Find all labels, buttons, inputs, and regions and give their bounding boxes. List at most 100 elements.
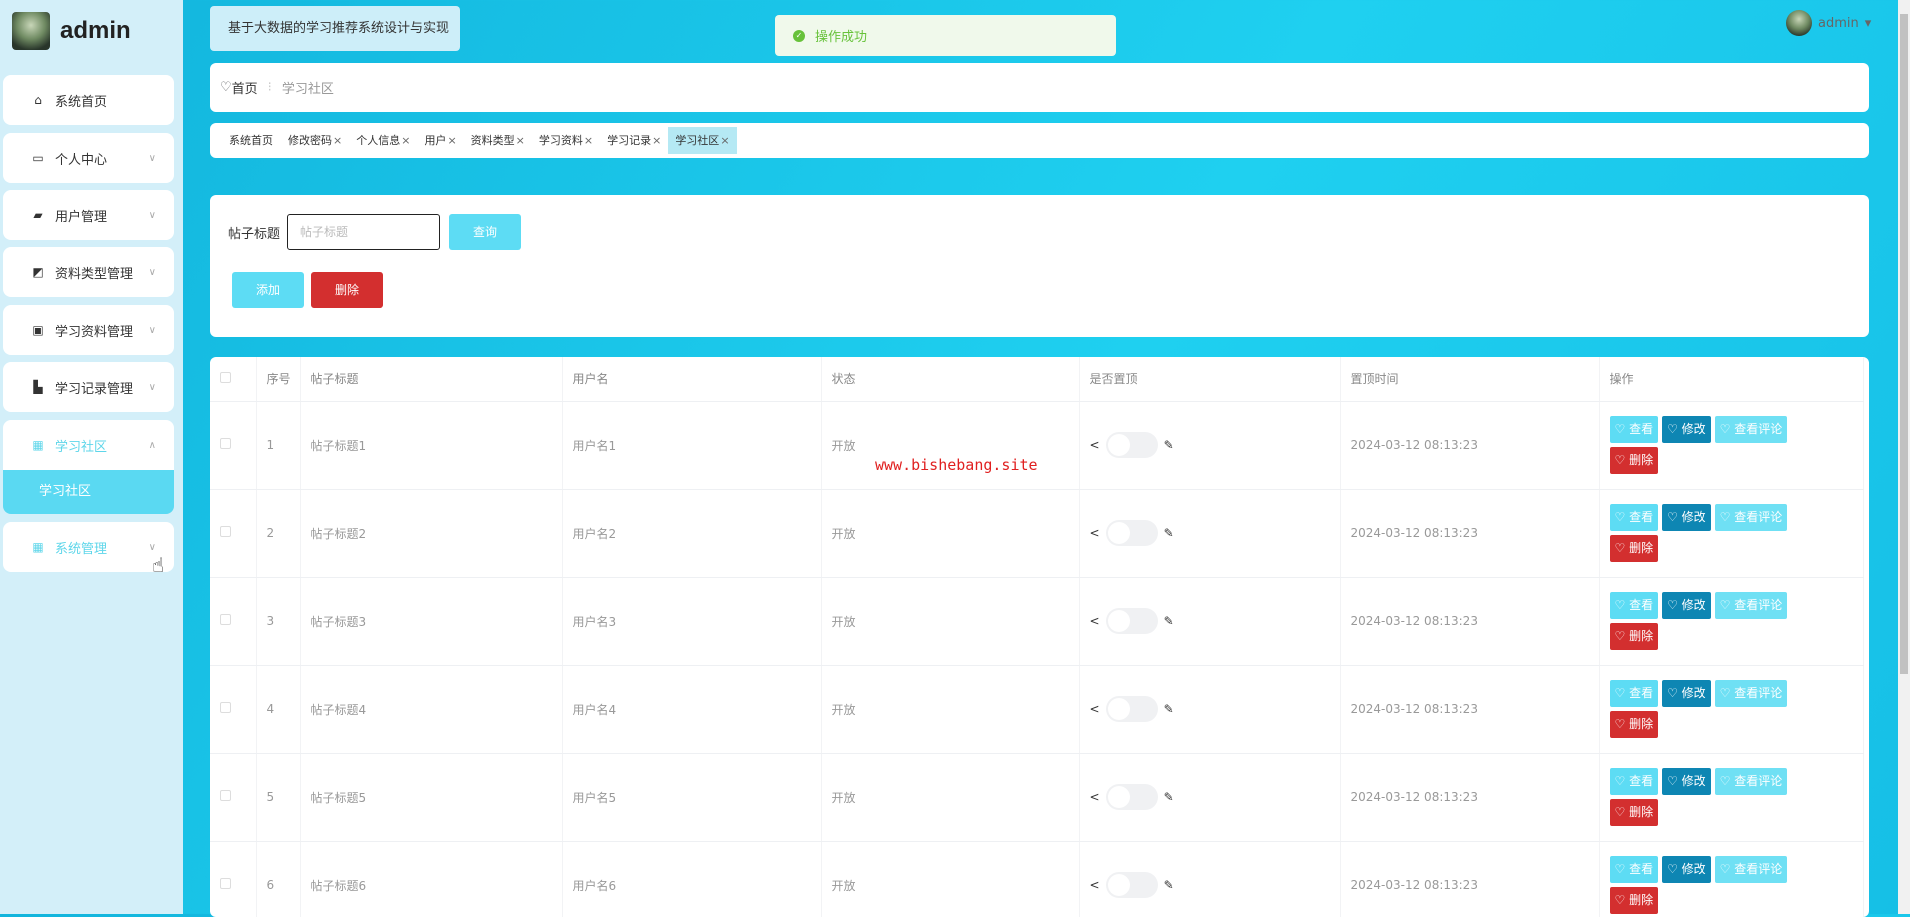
view-comments-button[interactable]: ♡ 查看评论	[1714, 680, 1788, 707]
view-comments-button[interactable]: ♡ 查看评论	[1714, 504, 1788, 531]
row-user: 用户名2	[562, 489, 822, 578]
row-user: 用户名6	[562, 841, 822, 917]
sidebar-item-profile[interactable]: ▭ 个人中心 ∨	[3, 133, 174, 183]
chevron-down-icon: ∨	[148, 381, 156, 393]
user-menu[interactable]: admin ▾	[1786, 10, 1871, 36]
view-button[interactable]: ♡ 查看	[1609, 680, 1659, 707]
chevron-down-icon: ∨	[148, 541, 156, 553]
tab-community[interactable]: 学习社区×	[668, 127, 737, 154]
row-user: 用户名4	[562, 665, 822, 754]
sidebar-item-community[interactable]: ▦ 学习社区 ∧	[3, 420, 174, 470]
sidebar-item-material-types[interactable]: ◩ 资料类型管理 ∨	[3, 247, 174, 297]
sidebar-item-system[interactable]: ▦ 系统管理 ∨	[3, 522, 174, 572]
edit-button[interactable]: ♡ 修改	[1662, 768, 1711, 795]
title-search-input[interactable]: 帖子标题	[287, 214, 440, 250]
pin-toggle[interactable]	[1105, 784, 1158, 810]
close-icon[interactable]: ×	[652, 134, 661, 147]
watermark: www.bishebang.site	[875, 456, 1038, 474]
query-button[interactable]: 查询	[449, 214, 521, 250]
pin-toggle[interactable]	[1105, 696, 1158, 722]
id-card-icon: ▭	[32, 151, 44, 165]
tab-home[interactable]: 系统首页	[222, 127, 281, 154]
row-checkbox[interactable]	[220, 790, 231, 801]
sidebar-item-home[interactable]: ⌂ 系统首页	[3, 75, 174, 125]
close-icon[interactable]: ×	[333, 134, 342, 147]
edit-button[interactable]: ♡ 修改	[1662, 680, 1711, 707]
share-icon: <	[1089, 878, 1100, 892]
view-button[interactable]: ♡ 查看	[1609, 768, 1659, 795]
breadcrumb-home[interactable]: 首页	[232, 78, 258, 97]
tab-profile[interactable]: 个人信息×	[349, 127, 417, 154]
close-icon[interactable]: ×	[447, 134, 456, 147]
row-checkbox[interactable]	[220, 614, 231, 625]
select-all-checkbox[interactable]	[220, 371, 231, 383]
view-button[interactable]: ♡ 查看	[1609, 856, 1659, 883]
pin-toggle[interactable]	[1105, 520, 1158, 546]
delete-row-button[interactable]: ♡ 删除	[1609, 623, 1659, 650]
edit-pencil-icon: ✎	[1163, 526, 1174, 540]
row-checkbox[interactable]	[220, 526, 231, 537]
sidebar-item-materials[interactable]: ▣ 学习资料管理 ∨	[3, 305, 174, 355]
table-row: 4 帖子标题4 用户名4 开放 < ✎ 2024-03-12 08:13:23 ♡…	[210, 665, 1864, 754]
close-icon[interactable]: ×	[401, 134, 410, 147]
close-icon[interactable]: ×	[516, 134, 525, 147]
tab-records[interactable]: 学习记录×	[600, 127, 668, 154]
view-comments-button[interactable]: ♡ 查看评论	[1714, 416, 1788, 443]
breadcrumb-current: 学习社区	[281, 82, 334, 97]
view-button[interactable]: ♡ 查看	[1609, 416, 1659, 443]
tab-users[interactable]: 用户×	[417, 127, 463, 154]
pin-toggle[interactable]	[1105, 872, 1158, 898]
pin-toggle[interactable]	[1105, 432, 1158, 458]
view-button[interactable]: ♡ 查看	[1609, 592, 1659, 619]
tab-password[interactable]: 修改密码×	[281, 127, 349, 154]
edit-button[interactable]: ♡ 修改	[1662, 592, 1711, 619]
sidebar: admin ⌂ 系统首页 ▭ 个人中心 ∨ ▰ 用户管理 ∨ ◩ 资料类型管理 ∨ ▣ 学习资料…	[0, 0, 183, 914]
tab-material-types[interactable]: 资料类型×	[464, 127, 532, 154]
pin-toggle[interactable]	[1105, 608, 1158, 634]
sidebar-item-records[interactable]: ▙ 学习记录管理 ∨	[3, 362, 174, 412]
edit-button[interactable]: ♡ 修改	[1662, 416, 1711, 443]
caret-down-icon: ▾	[1864, 15, 1872, 31]
scrollbar[interactable]	[1898, 0, 1910, 914]
sidebar-item-users[interactable]: ▰ 用户管理 ∨	[3, 190, 174, 240]
edit-button[interactable]: ♡ 修改	[1662, 856, 1711, 883]
row-pin-time: 2024-03-12 08:13:23	[1340, 753, 1600, 842]
breadcrumb: ♡ 首页 ⁝ 学习社区	[210, 63, 1869, 112]
tab-materials[interactable]: 学习资料×	[532, 127, 600, 154]
delete-row-button[interactable]: ♡ 删除	[1609, 535, 1659, 562]
success-toast: ✓ 操作成功	[775, 15, 1116, 56]
edit-pencil-icon: ✎	[1163, 438, 1174, 452]
scrollbar-thumb[interactable]	[1900, 14, 1908, 674]
row-checkbox[interactable]	[220, 438, 231, 449]
app-title: 基于大数据的学习推荐系统设计与实现	[210, 6, 460, 51]
share-icon: <	[1089, 702, 1100, 716]
view-button[interactable]: ♡ 查看	[1609, 504, 1659, 531]
delete-row-button[interactable]: ♡ 删除	[1609, 799, 1659, 826]
label: 资料类型管理	[55, 266, 134, 282]
add-button[interactable]: 添加	[232, 272, 304, 308]
ticket-icon: ▰	[33, 208, 43, 222]
row-title: 帖子标题2	[300, 489, 563, 578]
search-label: 帖子标题	[228, 227, 281, 242]
view-comments-button[interactable]: ♡ 查看评论	[1714, 856, 1788, 883]
row-status: 开放	[821, 577, 1080, 666]
col-pin-time: 置顶时间	[1340, 357, 1600, 402]
avatar	[12, 12, 50, 50]
delete-row-button[interactable]: ♡ 删除	[1609, 887, 1659, 914]
submenu-item-community[interactable]: 学习社区	[3, 470, 174, 514]
delete-button[interactable]: 删除	[311, 272, 383, 308]
row-checkbox[interactable]	[220, 702, 231, 713]
row-user: 用户名5	[562, 753, 822, 842]
row-status: 开放	[821, 665, 1080, 754]
delete-row-button[interactable]: ♡ 删除	[1609, 711, 1659, 738]
close-icon[interactable]: ×	[584, 134, 593, 147]
col-pinned: 是否置顶	[1079, 357, 1341, 402]
edit-button[interactable]: ♡ 修改	[1662, 504, 1711, 531]
heart-icon: ♡	[220, 80, 232, 95]
row-checkbox[interactable]	[220, 878, 231, 889]
close-icon[interactable]: ×	[720, 134, 729, 147]
view-comments-button[interactable]: ♡ 查看评论	[1714, 592, 1788, 619]
view-comments-button[interactable]: ♡ 查看评论	[1714, 768, 1788, 795]
delete-row-button[interactable]: ♡ 删除	[1609, 447, 1659, 474]
row-title: 帖子标题3	[300, 577, 563, 666]
